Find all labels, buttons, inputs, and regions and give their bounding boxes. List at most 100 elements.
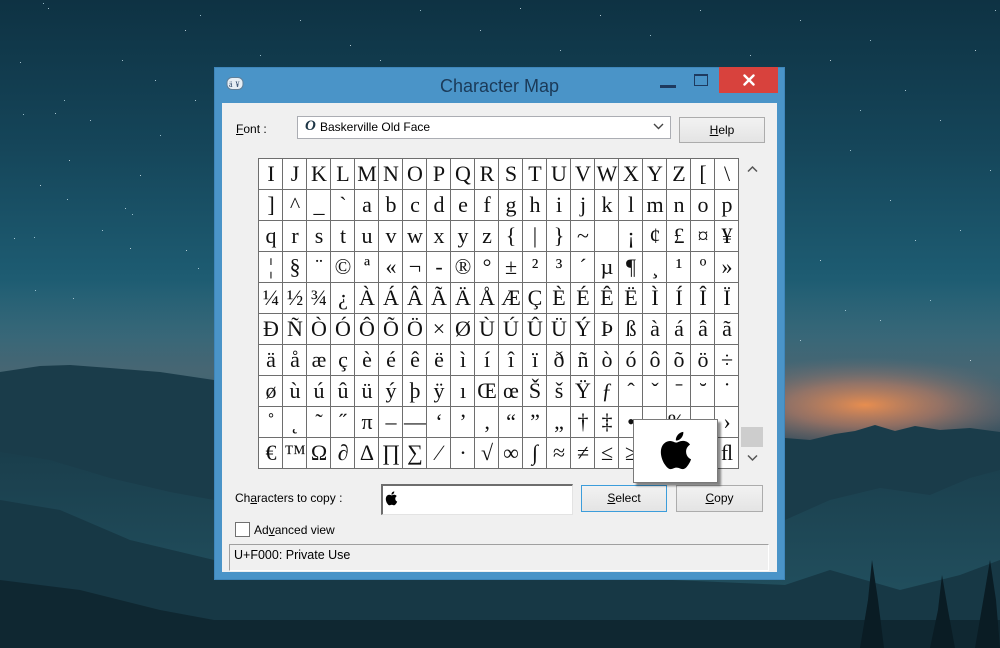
char-cell[interactable] (595, 221, 619, 252)
char-cell[interactable]: ƒ (595, 376, 619, 407)
char-cell[interactable]: ¢ (643, 221, 667, 252)
char-cell[interactable]: ﬂ (715, 438, 739, 469)
char-cell[interactable]: L (331, 159, 355, 190)
char-cell[interactable]: | (523, 221, 547, 252)
char-cell[interactable]: ß (619, 314, 643, 345)
char-cell[interactable]: ì (451, 345, 475, 376)
char-cell[interactable]: Í (667, 283, 691, 314)
char-cell[interactable]: ¤ (691, 221, 715, 252)
char-cell[interactable]: S (499, 159, 523, 190)
char-cell[interactable]: ð (547, 345, 571, 376)
char-cell[interactable]: ö (691, 345, 715, 376)
char-cell[interactable]: £ (667, 221, 691, 252)
char-cell[interactable]: ∏ (379, 438, 403, 469)
char-cell[interactable]: ´ (571, 252, 595, 283)
char-cell[interactable]: Û (523, 314, 547, 345)
char-cell[interactable]: › (715, 407, 739, 438)
char-cell[interactable]: ≈ (547, 438, 571, 469)
char-cell[interactable]: ˙ (715, 376, 739, 407)
characters-to-copy-input[interactable] (381, 484, 573, 515)
char-cell[interactable]: P (427, 159, 451, 190)
char-cell[interactable]: ú (307, 376, 331, 407)
char-cell[interactable]: ¼ (259, 283, 283, 314)
char-cell[interactable]: Î (691, 283, 715, 314)
char-cell[interactable]: — (403, 407, 427, 438)
char-cell[interactable]: Q (451, 159, 475, 190)
char-cell[interactable]: þ (403, 376, 427, 407)
char-cell[interactable]: ≠ (571, 438, 595, 469)
char-cell[interactable]: ° (475, 252, 499, 283)
char-cell[interactable]: Ø (451, 314, 475, 345)
char-cell[interactable]: ≤ (595, 438, 619, 469)
char-cell[interactable]: ó (619, 345, 643, 376)
char-cell[interactable]: ± (499, 252, 523, 283)
char-cell[interactable]: ü (355, 376, 379, 407)
char-cell[interactable]: Ñ (283, 314, 307, 345)
char-cell[interactable]: v (379, 221, 403, 252)
font-dropdown[interactable]: O Baskerville Old Face (297, 116, 671, 139)
help-button[interactable]: Help (679, 117, 765, 143)
char-cell[interactable]: à (643, 314, 667, 345)
char-cell[interactable]: Æ (499, 283, 523, 314)
char-cell[interactable]: Ô (355, 314, 379, 345)
minimize-button[interactable] (655, 72, 683, 96)
char-cell[interactable]: È (547, 283, 571, 314)
char-cell[interactable]: J (283, 159, 307, 190)
char-cell[interactable]: ] (259, 190, 283, 221)
scroll-down-button[interactable] (740, 447, 765, 469)
char-cell[interactable]: ” (523, 407, 547, 438)
char-cell[interactable]: g (499, 190, 523, 221)
char-cell[interactable]: ‚ (475, 407, 499, 438)
char-cell[interactable]: § (283, 252, 307, 283)
char-cell[interactable]: ¹ (667, 252, 691, 283)
advanced-view-checkbox[interactable] (235, 522, 250, 537)
char-cell[interactable]: ÷ (715, 345, 739, 376)
characters-to-copy-field[interactable] (381, 484, 573, 515)
char-cell[interactable]: Ò (307, 314, 331, 345)
char-cell[interactable]: ˚ (259, 407, 283, 438)
char-cell[interactable]: Ì (643, 283, 667, 314)
char-cell[interactable]: p (715, 190, 739, 221)
char-cell[interactable]: f (475, 190, 499, 221)
char-cell[interactable]: r (283, 221, 307, 252)
char-cell[interactable]: - (427, 252, 451, 283)
char-cell[interactable]: ø (259, 376, 283, 407)
char-cell[interactable]: [ (691, 159, 715, 190)
char-cell[interactable]: ô (643, 345, 667, 376)
char-cell[interactable]: ä (259, 345, 283, 376)
char-cell[interactable]: Ä (451, 283, 475, 314)
char-cell[interactable]: Ù (475, 314, 499, 345)
char-cell[interactable]: ê (403, 345, 427, 376)
char-cell[interactable]: æ (307, 345, 331, 376)
char-cell[interactable]: € (259, 438, 283, 469)
char-cell[interactable]: ý (379, 376, 403, 407)
char-cell[interactable]: Š (523, 376, 547, 407)
char-cell[interactable]: À (355, 283, 379, 314)
char-cell[interactable]: â (691, 314, 715, 345)
char-cell[interactable]: ∞ (499, 438, 523, 469)
char-cell[interactable]: ¬ (403, 252, 427, 283)
char-cell[interactable]: ˝ (331, 407, 355, 438)
char-cell[interactable]: Ã (427, 283, 451, 314)
char-cell[interactable]: ‘ (427, 407, 451, 438)
char-cell[interactable]: ë (427, 345, 451, 376)
char-cell[interactable]: © (331, 252, 355, 283)
char-cell[interactable]: l (619, 190, 643, 221)
char-cell[interactable]: ² (523, 252, 547, 283)
char-cell[interactable]: ’ (451, 407, 475, 438)
char-cell[interactable]: U (547, 159, 571, 190)
char-cell[interactable]: ˜ (307, 407, 331, 438)
char-cell[interactable]: h (523, 190, 547, 221)
char-cell[interactable]: y (451, 221, 475, 252)
char-cell[interactable]: t (331, 221, 355, 252)
char-cell[interactable]: Ω (307, 438, 331, 469)
char-cell[interactable]: Ë (619, 283, 643, 314)
char-cell[interactable]: ® (451, 252, 475, 283)
char-cell[interactable]: Â (403, 283, 427, 314)
scroll-thumb[interactable] (741, 427, 763, 447)
char-cell[interactable]: º (691, 252, 715, 283)
char-cell[interactable]: ı (451, 376, 475, 407)
char-cell[interactable]: Ÿ (571, 376, 595, 407)
char-cell[interactable]: ª (355, 252, 379, 283)
char-cell[interactable]: ¸ (643, 252, 667, 283)
